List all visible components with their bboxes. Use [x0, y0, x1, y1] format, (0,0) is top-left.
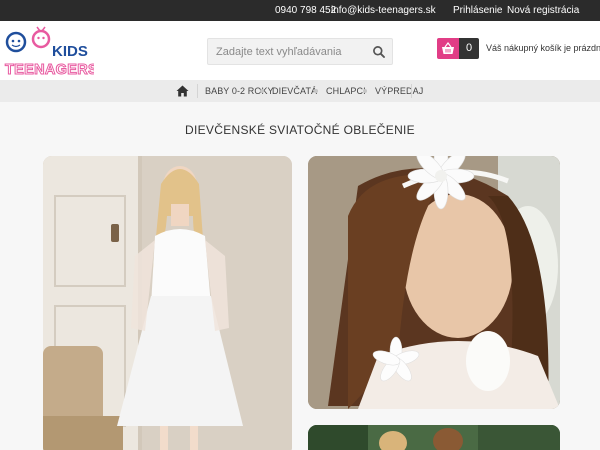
search-icon[interactable]: [372, 45, 386, 59]
nav-separator: [363, 89, 367, 93]
site-header: KIDS TEENAGERS 0 Váš nákupný košík je pr…: [0, 21, 600, 80]
nav-separator: [260, 89, 264, 93]
nav-separator: [314, 89, 318, 93]
basket-icon: [442, 42, 454, 54]
search-box: [207, 38, 393, 65]
cart-count-badge: 0: [459, 38, 479, 59]
search-input[interactable]: [208, 39, 368, 64]
register-link[interactable]: Nová registrácia: [507, 5, 579, 16]
girls-outdoor-image: [308, 425, 560, 450]
girl-headband-image: [308, 156, 560, 409]
site-logo[interactable]: KIDS TEENAGERS: [4, 25, 94, 75]
cart-button[interactable]: 0: [437, 38, 479, 59]
category-tile-outdoor[interactable]: [308, 425, 560, 450]
email-link[interactable]: info@kids-teenagers.sk: [331, 5, 436, 16]
phone-number[interactable]: 0940 798 452: [275, 5, 336, 16]
main-nav: BABY 0-2 ROKY DIEVČATÁ CHLAPCI VÝPREDAJ: [0, 80, 600, 102]
nav-divider: [411, 84, 412, 98]
nav-item-sale[interactable]: VÝPREDAJ: [375, 86, 423, 96]
logo-kids-text: KIDS: [52, 43, 88, 60]
home-icon[interactable]: [176, 85, 189, 97]
page-title: DIEVČENSKÉ SVIATOČNÉ OBLEČENIE: [185, 123, 415, 137]
cart-icon-box: [437, 38, 459, 59]
nav-item-boys[interactable]: CHLAPCI: [326, 86, 366, 96]
top-bar: 0940 798 452 info@kids-teenagers.sk Prih…: [0, 0, 600, 21]
girl-white-dress-image: [43, 156, 292, 450]
login-link[interactable]: Prihlásenie: [453, 5, 502, 16]
cart-status-text[interactable]: Váš nákupný košík je prázdny: [486, 43, 600, 53]
nav-item-girls[interactable]: DIEVČATÁ: [272, 86, 317, 96]
category-tile-headband[interactable]: [308, 156, 560, 409]
logo-teenagers-text: TEENAGERS: [5, 62, 94, 75]
nav-divider: [197, 84, 198, 98]
category-tile-white-dress[interactable]: [43, 156, 292, 450]
